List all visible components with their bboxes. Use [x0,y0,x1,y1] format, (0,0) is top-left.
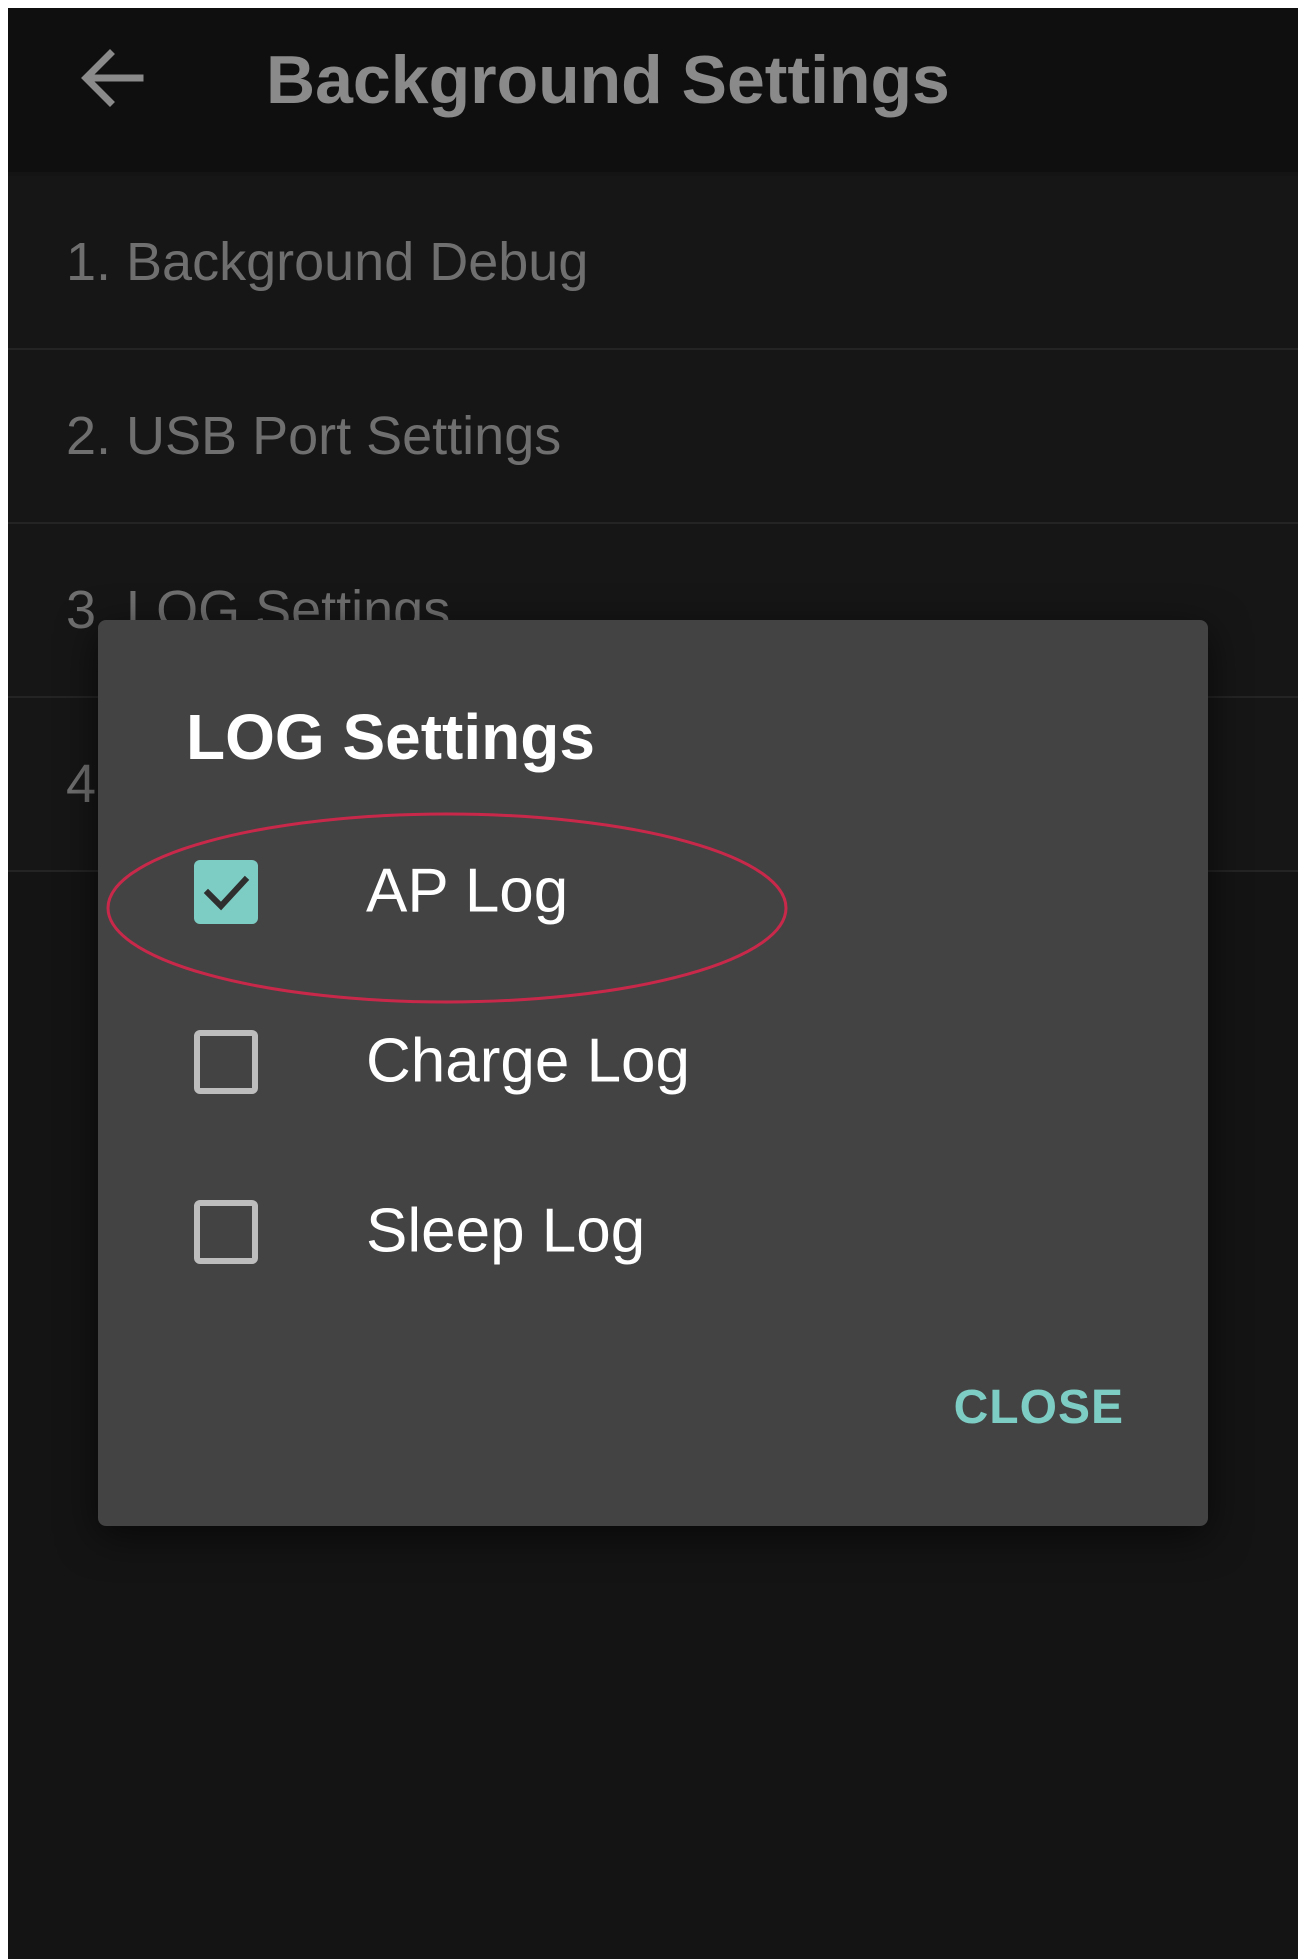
app-toolbar: Background Settings [8,8,1298,172]
ap-log-label: AP Log [366,856,569,926]
charge-log-label: Charge Log [366,1026,691,1096]
log-settings-dialog: LOG Settings AP Log Charge Log Sleep Log… [98,620,1208,1526]
ap-log-checkbox[interactable] [194,860,258,924]
sleep-log-label: Sleep Log [366,1196,646,1266]
dialog-title: LOG Settings [186,701,595,773]
charge-log-checkbox[interactable] [194,1030,258,1094]
sleep-log-checkbox[interactable] [194,1200,258,1264]
list-item-usb-port-settings[interactable]: 2. USB Port Settings [8,350,1298,524]
arrow-left-icon [81,49,144,107]
option-ap-log[interactable]: AP Log [98,816,1208,966]
screen: Background Settings 1. Background Debug … [8,8,1298,1959]
list-item-label: 4 [66,754,97,814]
back-button[interactable] [70,38,160,118]
checkmark-icon [203,875,250,911]
list-item-label: 2. USB Port Settings [66,406,562,466]
list-item-background-debug[interactable]: 1. Background Debug [8,176,1298,350]
option-sleep-log[interactable]: Sleep Log [98,1156,1208,1306]
page-title: Background Settings [266,42,950,118]
close-button[interactable]: CLOSE [954,1380,1124,1435]
option-charge-log[interactable]: Charge Log [98,986,1208,1136]
list-item-label: 1. Background Debug [66,232,589,292]
